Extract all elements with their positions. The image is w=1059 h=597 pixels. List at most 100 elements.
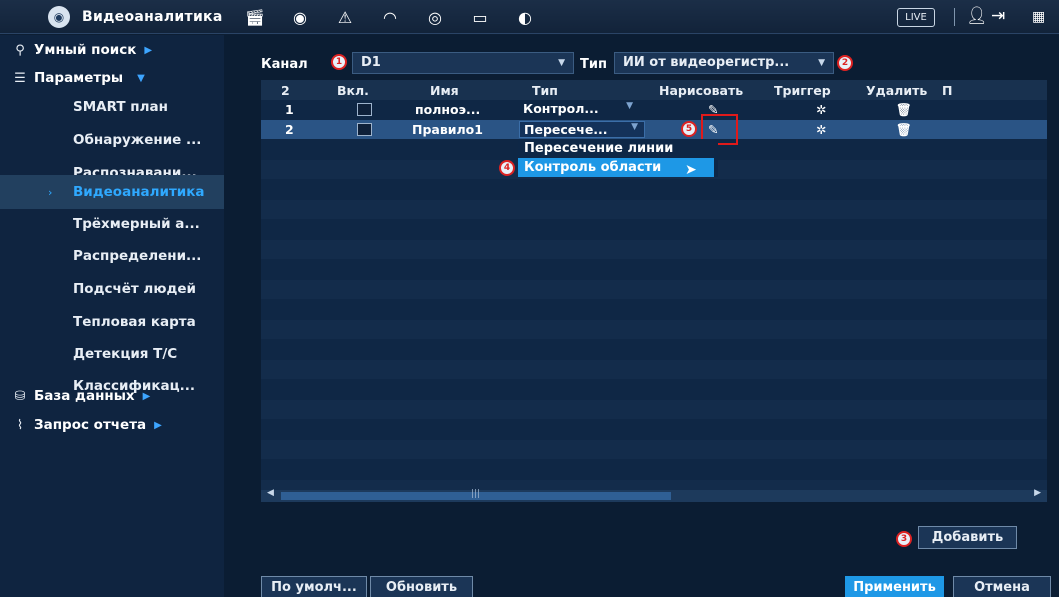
apply-button[interactable]: Применить (845, 576, 944, 597)
sidebar-parameters[interactable]: ☰ Параметры ▼ (0, 63, 224, 93)
sidebar-label: База данных (34, 388, 135, 404)
sidebar-item-label: Трёхмерный а... (73, 216, 200, 232)
empty-row (261, 320, 1047, 339)
column-header: П (942, 83, 953, 98)
rule-name[interactable]: полноэ... (415, 102, 480, 117)
sidebar-item-label: SMART план (73, 99, 168, 115)
sidebar-label: Параметры (34, 70, 124, 86)
horizontal-scrollbar[interactable]: ◀ ||| ▶ (261, 488, 1047, 502)
trash-icon[interactable]: 🗑︎ (896, 102, 912, 118)
chevron-down-icon: ▼ (137, 72, 145, 84)
divider (954, 8, 955, 26)
table-row[interactable]: 2 Правило1 Пересече... ▼ ✎ ✲ 🗑︎ (261, 120, 1047, 139)
user-icon[interactable]: 👤︎ (966, 6, 988, 26)
database-icon: ⛁ (14, 388, 26, 404)
live-button[interactable]: LIVE (897, 8, 935, 27)
report-chart-icon: ⌇ (16, 417, 24, 433)
sidebar-item-3d[interactable]: Трёхмерный а... (0, 208, 224, 240)
scroll-left-icon[interactable]: ◀ (267, 488, 274, 498)
sidebar-item-label: Распределени... (73, 248, 202, 264)
enable-checkbox[interactable] (357, 103, 372, 116)
channel-select[interactable]: D1 ▼ (352, 52, 574, 74)
add-button[interactable]: Добавить (918, 526, 1017, 549)
empty-row (261, 400, 1047, 419)
annotation-badge: 2 (837, 55, 853, 71)
empty-row (261, 360, 1047, 379)
caret-down-icon: ▼ (631, 122, 638, 132)
column-header: Тип (532, 83, 558, 98)
enable-checkbox[interactable] (357, 123, 372, 136)
option-line-crossing[interactable]: Пересечение линии (518, 139, 718, 158)
record-icon[interactable]: ◎ (424, 7, 446, 27)
sidebar-item-video-analytics[interactable]: › Видеоаналитика (0, 175, 224, 209)
refresh-button[interactable]: Обновить (370, 576, 473, 597)
monitor-icon[interactable]: ▭ (469, 7, 491, 27)
sidebar-item-label: Подсчёт людей (73, 281, 196, 297)
rule-type-value: Пересече... (524, 122, 608, 137)
default-button[interactable]: По умолч... (261, 576, 367, 597)
gauge-icon[interactable]: ◠ (379, 7, 401, 27)
sidebar: ⚲ Умный поиск ▶ ☰ Параметры ▼ SMART план… (0, 35, 224, 597)
chevron-right-icon: ▶ (144, 44, 153, 56)
audio-icon[interactable]: ◐ (514, 7, 536, 27)
list-icon: ☰ (14, 70, 26, 86)
caret-down-icon: ▼ (626, 101, 633, 111)
sidebar-item-vehicle-detection[interactable]: Детекция Т/С (0, 338, 224, 370)
column-header: 2 (281, 83, 290, 98)
annotation-badge: 4 (499, 160, 515, 176)
sidebar-item-label: Тепловая карта (73, 314, 196, 330)
row-number: 1 (285, 102, 294, 117)
caret-down-icon: ▼ (558, 58, 565, 68)
sidebar-item-distribution[interactable]: Распределени... (0, 240, 224, 272)
chevron-right-icon: › (48, 185, 53, 199)
sidebar-database[interactable]: ⛁ База данных ▶ (0, 381, 224, 411)
rule-type-select[interactable]: Контрол... ▼ (519, 101, 639, 118)
table-header: 2 Вкл. Имя Тип Нарисовать Триггер Удалит… (261, 80, 1047, 100)
row-number: 2 (285, 122, 294, 137)
column-header: Имя (430, 83, 459, 98)
sidebar-item-people-count[interactable]: Подсчёт людей (0, 273, 224, 305)
rule-type-value: Контрол... (523, 101, 599, 116)
mouse-cursor-icon: ➤ (685, 162, 697, 178)
empty-row (261, 280, 1047, 299)
empty-row (261, 440, 1047, 459)
chevron-right-icon: ▶ (142, 390, 151, 402)
sidebar-label: Запрос отчета (34, 417, 147, 433)
type-value: ИИ от видеорегистр... (623, 55, 790, 70)
face-analytics-icon[interactable]: ◉ (289, 7, 311, 27)
alarm-icon[interactable]: ⚠︎ (334, 7, 356, 27)
type-label: Тип (580, 57, 607, 72)
sidebar-item-heatmap[interactable]: Тепловая карта (0, 306, 224, 338)
rule-name[interactable]: Правило1 (412, 122, 483, 137)
trash-icon[interactable]: 🗑︎ (896, 122, 912, 138)
sidebar-item-detection[interactable]: Обнаружение ... (0, 124, 224, 156)
sidebar-item-smart-plan[interactable]: SMART план (0, 91, 224, 123)
main-content: Канал 1 D1 ▼ Тип ИИ от видеорегистр... ▼… (224, 35, 1059, 597)
table-row[interactable]: 1 полноэ... Контрол... ▼ ✎ ✲ 🗑︎ (261, 100, 1047, 119)
column-header: Нарисовать (659, 83, 744, 98)
qr-code-icon[interactable]: ▦ (1032, 9, 1045, 25)
rule-type-select[interactable]: Пересече... ▼ (519, 121, 645, 138)
scroll-right-icon[interactable]: ▶ (1034, 488, 1041, 498)
logout-icon[interactable]: ⇥ (991, 6, 1005, 26)
gear-icon[interactable]: ✲ (816, 122, 826, 137)
gear-icon[interactable]: ✲ (816, 102, 826, 117)
search-icon: ⚲ (15, 42, 25, 58)
caret-down-icon: ▼ (818, 58, 825, 68)
sidebar-label: Умный поиск (34, 42, 137, 58)
column-header: Вкл. (337, 83, 369, 98)
sidebar-item-label: Видеоаналитика (73, 184, 205, 200)
column-header: Триггер (774, 83, 831, 98)
type-select[interactable]: ИИ от видеорегистр... ▼ (614, 52, 834, 74)
sidebar-item-label: Обнаружение ... (73, 132, 202, 148)
annotation-badge: 5 (681, 121, 697, 137)
clapperboard-icon[interactable]: 🎬︎ (244, 7, 266, 27)
annotation-badge: 3 (896, 531, 912, 547)
top-bar: ◉ Видеоаналитика 🎬︎ ◉ ⚠︎ ◠ ◎ ▭ ◐ LIVE 👤︎… (0, 0, 1059, 34)
video-analytics-logo-icon: ◉ (48, 6, 70, 28)
column-header: Удалить (866, 83, 928, 98)
sidebar-report[interactable]: ⌇ Запрос отчета ▶ (0, 410, 224, 440)
annotation-badge: 1 (331, 54, 347, 70)
cancel-button[interactable]: Отмена (953, 576, 1051, 597)
sidebar-smart-search[interactable]: ⚲ Умный поиск ▶ (0, 35, 224, 65)
